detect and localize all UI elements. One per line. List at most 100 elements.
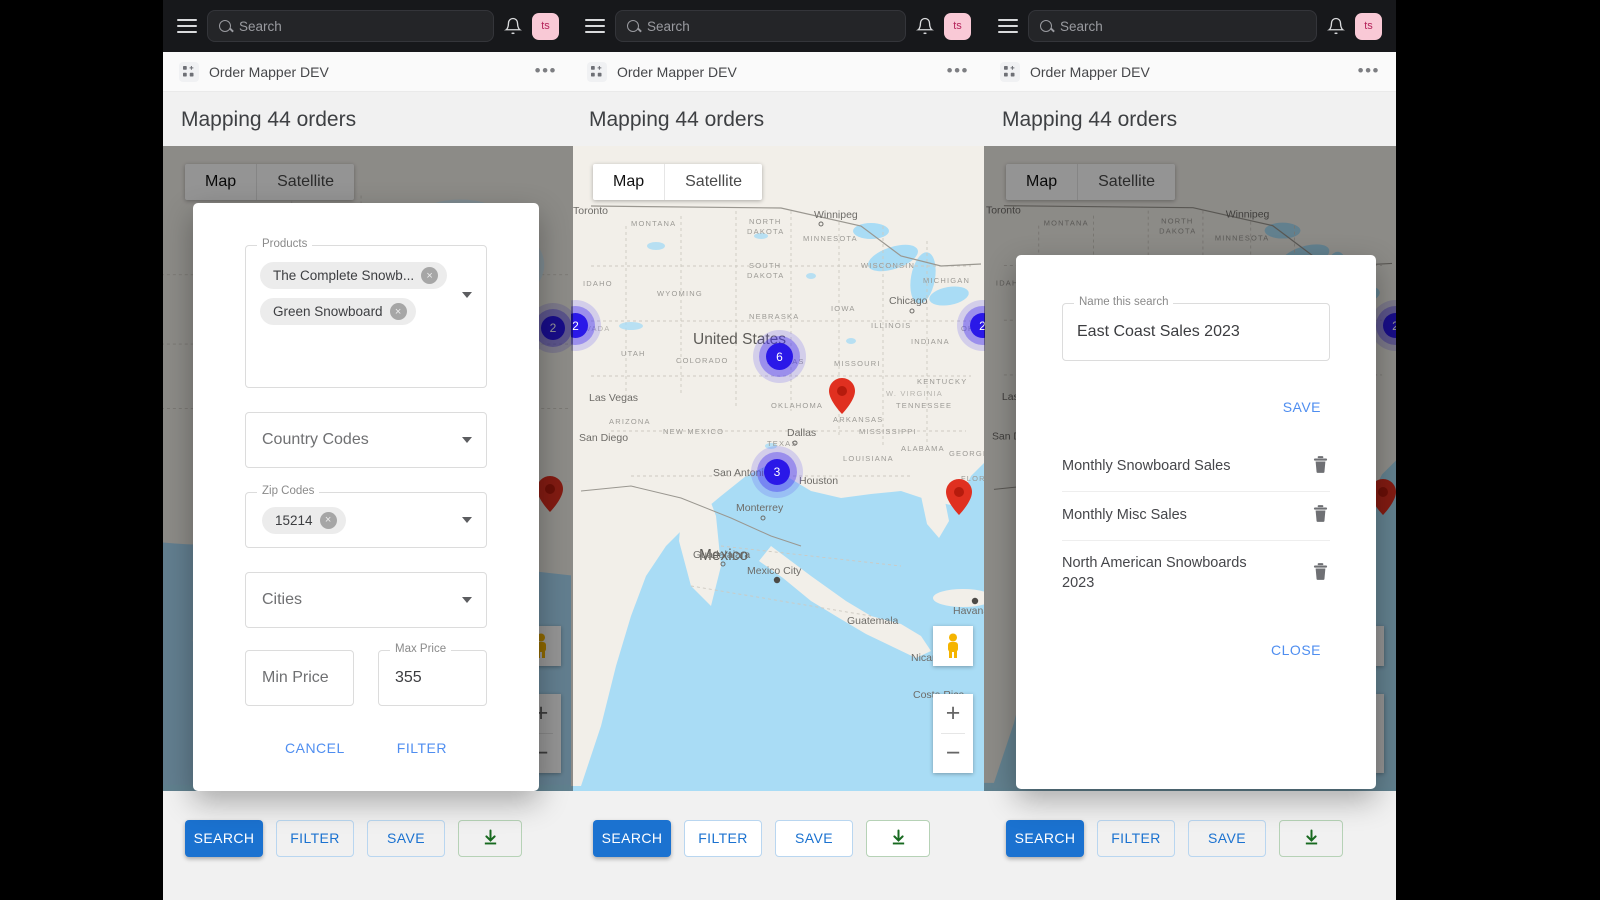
cancel-button[interactable]: CANCEL bbox=[276, 734, 354, 762]
svg-text:NORTH: NORTH bbox=[749, 217, 782, 226]
notifications-bell-icon[interactable] bbox=[504, 17, 522, 35]
download-button[interactable] bbox=[458, 819, 522, 857]
products-legend: Products bbox=[257, 238, 313, 250]
search-icon bbox=[627, 20, 639, 32]
download-button[interactable] bbox=[1279, 819, 1343, 857]
avatar[interactable]: ts bbox=[532, 12, 559, 40]
breadcrumb: Order Mapper DEV ••• bbox=[571, 52, 985, 92]
save-button[interactable]: SAVE bbox=[775, 819, 853, 857]
apply-filter-button[interactable]: FILTER bbox=[388, 734, 456, 762]
min-price-field[interactable]: Min Price bbox=[245, 650, 354, 706]
filter-button[interactable]: FILTER bbox=[684, 819, 762, 857]
overflow-menu-icon[interactable]: ••• bbox=[1358, 62, 1380, 79]
country-codes-field[interactable]: Country Codes bbox=[245, 412, 487, 468]
app-bar: Search ts bbox=[571, 0, 985, 52]
map-cluster-marker[interactable]: 6 bbox=[766, 343, 793, 370]
svg-text:ALABAMA: ALABAMA bbox=[901, 444, 945, 453]
saved-search-row[interactable]: Monthly Misc Sales bbox=[1062, 492, 1330, 541]
svg-text:Mexico City: Mexico City bbox=[747, 565, 802, 577]
cities-field[interactable]: Cities bbox=[245, 572, 487, 628]
svg-text:OKLAHOMA: OKLAHOMA bbox=[771, 401, 823, 410]
menu-icon[interactable] bbox=[177, 19, 197, 33]
save-button[interactable]: SAVE bbox=[1188, 819, 1266, 857]
remove-chip-icon[interactable]: × bbox=[319, 511, 337, 529]
zip-codes-field[interactable]: Zip Codes 15214 × bbox=[245, 485, 487, 548]
save-button[interactable]: SAVE bbox=[367, 819, 445, 857]
panel-map: Search ts Order Mapper DEV ••• Mapping 4… bbox=[571, 0, 985, 900]
saved-search-name: North American Snowboards 2023 bbox=[1062, 555, 1247, 591]
product-chip[interactable]: The Complete Snowb... × bbox=[260, 262, 448, 289]
map-cluster-marker[interactable]: 3 bbox=[764, 459, 790, 485]
zoom-in-button[interactable]: + bbox=[933, 694, 973, 733]
filter-button[interactable]: FILTER bbox=[276, 819, 354, 857]
svg-text:ILLINOIS: ILLINOIS bbox=[871, 321, 911, 330]
search-button[interactable]: SEARCH bbox=[185, 819, 263, 857]
map-canvas[interactable]: MONTANA NORTH DAKOTA MINNESOTA SOUTH DAK… bbox=[571, 146, 985, 791]
action-bar: SEARCH FILTER SAVE bbox=[163, 809, 573, 867]
svg-text:DAKOTA: DAKOTA bbox=[747, 271, 784, 280]
country-codes-placeholder: Country Codes bbox=[262, 431, 369, 448]
pegman-streetview-icon[interactable] bbox=[933, 626, 973, 666]
save-search-button[interactable]: SAVE bbox=[1274, 393, 1330, 421]
chevron-down-icon[interactable] bbox=[462, 292, 472, 298]
remove-chip-icon[interactable]: × bbox=[389, 303, 407, 320]
search-name-field[interactable]: Name this search East Coast Sales 2023 bbox=[1062, 296, 1330, 361]
overflow-menu-icon[interactable]: ••• bbox=[535, 62, 557, 79]
trash-icon[interactable] bbox=[1313, 562, 1328, 585]
chevron-down-icon[interactable] bbox=[462, 517, 472, 523]
tab-satellite[interactable]: Satellite bbox=[665, 164, 762, 200]
svg-text:MISSOURI: MISSOURI bbox=[834, 359, 881, 368]
svg-text:COLORADO: COLORADO bbox=[676, 356, 729, 365]
map-zoom-controls[interactable]: + − bbox=[933, 694, 973, 773]
saved-search-row[interactable]: Monthly Snowboard Sales bbox=[1062, 443, 1330, 492]
svg-text:Havana: Havana bbox=[953, 605, 985, 617]
saved-search-row[interactable]: North American Snowboards 2023 bbox=[1062, 541, 1330, 606]
map-pin-marker[interactable] bbox=[946, 479, 972, 515]
search-input[interactable]: Search bbox=[615, 10, 906, 42]
chevron-down-icon[interactable] bbox=[462, 597, 472, 603]
svg-text:NEW MEXICO: NEW MEXICO bbox=[663, 427, 724, 436]
products-field[interactable]: Products The Complete Snowb... × Green S… bbox=[245, 238, 487, 388]
menu-icon[interactable] bbox=[585, 19, 605, 33]
avatar[interactable]: ts bbox=[944, 12, 971, 40]
svg-text:MICHIGAN: MICHIGAN bbox=[923, 276, 970, 285]
breadcrumb: Order Mapper DEV ••• bbox=[984, 52, 1396, 92]
trash-icon[interactable] bbox=[1313, 505, 1328, 527]
search-button[interactable]: SEARCH bbox=[1006, 819, 1084, 857]
svg-text:ARKANSAS: ARKANSAS bbox=[833, 415, 883, 424]
search-button[interactable]: SEARCH bbox=[593, 819, 671, 857]
download-button[interactable] bbox=[866, 819, 930, 857]
map-pin-marker[interactable] bbox=[829, 378, 855, 414]
max-price-field[interactable]: Max Price 355 bbox=[378, 643, 487, 706]
menu-icon[interactable] bbox=[998, 19, 1018, 33]
svg-text:KENTUCKY: KENTUCKY bbox=[917, 377, 967, 386]
overflow-menu-icon[interactable]: ••• bbox=[947, 62, 969, 79]
trash-icon[interactable] bbox=[1313, 456, 1328, 478]
zoom-out-button[interactable]: − bbox=[933, 734, 973, 773]
search-name-value: East Coast Sales 2023 bbox=[1077, 323, 1240, 340]
map-type-tabs[interactable]: Map Satellite bbox=[593, 164, 763, 200]
svg-text:UTAH: UTAH bbox=[621, 349, 646, 358]
min-price-placeholder: Min Price bbox=[262, 669, 329, 686]
svg-text:WYOMING: WYOMING bbox=[657, 289, 703, 298]
max-price-legend: Max Price bbox=[390, 643, 452, 655]
chevron-down-icon[interactable] bbox=[462, 437, 472, 443]
notifications-bell-icon[interactable] bbox=[1327, 17, 1345, 35]
remove-chip-icon[interactable]: × bbox=[421, 267, 439, 284]
footer-strip bbox=[163, 867, 573, 900]
notifications-bell-icon[interactable] bbox=[916, 17, 934, 35]
svg-text:LOUISIANA: LOUISIANA bbox=[843, 454, 894, 463]
close-button[interactable]: CLOSE bbox=[1262, 636, 1330, 664]
zip-chip[interactable]: 15214 × bbox=[262, 506, 346, 534]
svg-text:Winnipeg: Winnipeg bbox=[814, 209, 858, 221]
filter-button[interactable]: FILTER bbox=[1097, 819, 1175, 857]
zip-codes-legend: Zip Codes bbox=[257, 485, 320, 497]
app-bar: Search ts bbox=[163, 0, 573, 52]
product-chip[interactable]: Green Snowboard × bbox=[260, 298, 416, 325]
search-input[interactable]: Search bbox=[207, 10, 494, 42]
avatar[interactable]: ts bbox=[1355, 12, 1382, 40]
svg-text:ARIZONA: ARIZONA bbox=[609, 417, 651, 426]
search-input[interactable]: Search bbox=[1028, 10, 1317, 42]
action-bar: SEARCH FILTER SAVE bbox=[571, 809, 985, 867]
tab-map[interactable]: Map bbox=[593, 164, 666, 200]
